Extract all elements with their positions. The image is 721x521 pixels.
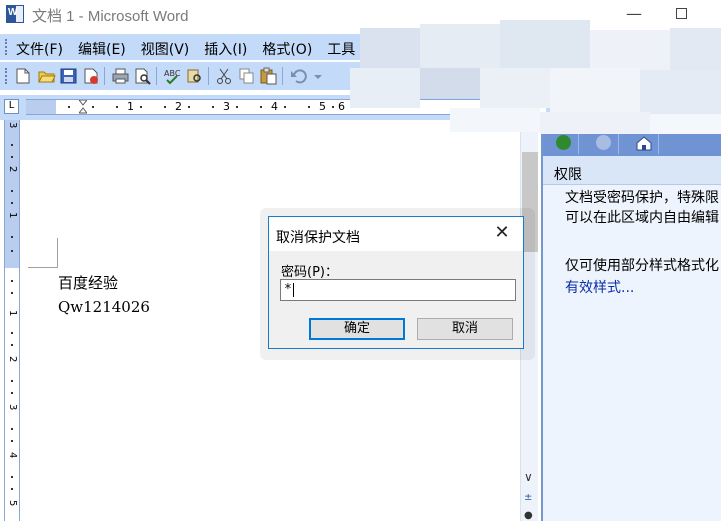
paste-icon[interactable] [259, 67, 278, 85]
ruler-mark: 1 [127, 100, 134, 113]
back-button[interactable] [549, 132, 579, 154]
ruler-mark: 6 [338, 100, 345, 113]
back-arrow-icon [556, 135, 571, 150]
ok-button[interactable]: 确定 [309, 318, 405, 340]
vruler-mark: 1 [7, 310, 18, 317]
menu-insert[interactable]: 插入(I) [204, 39, 247, 59]
ruler-mark: 5 [319, 100, 326, 113]
ruler-mark: 2 [175, 100, 182, 113]
print-icon[interactable] [111, 67, 130, 85]
password-input[interactable]: * [280, 279, 516, 301]
home-icon [636, 136, 652, 151]
open-folder-icon[interactable] [37, 67, 56, 85]
forward-button[interactable] [589, 132, 619, 154]
close-icon[interactable]: ✕ [487, 222, 517, 246]
vruler-mark: 1 [7, 212, 18, 219]
text-caret [292, 282, 294, 297]
left-margin-shade [26, 100, 56, 114]
task-pane-body: 文档受密码保护，特殊限 可以在此区域内自由编辑 仅可使用部分样式格式化 有效样式… [543, 184, 721, 521]
scroll-down-icon[interactable]: ∨ [524, 470, 533, 484]
margin-corner-mark [28, 267, 58, 268]
research-icon[interactable] [185, 67, 204, 85]
vruler-mark: 2 [7, 356, 18, 363]
word-app-icon[interactable]: W [6, 5, 24, 23]
undo-dropdown-arrow-icon[interactable] [309, 67, 328, 85]
vruler-mark: 4 [7, 452, 18, 459]
ruler-mark: 3 [223, 100, 230, 113]
task-pane-title: 权限 [554, 167, 582, 183]
menu-file[interactable]: 文件(F) [16, 39, 63, 59]
save-icon[interactable] [59, 67, 78, 85]
maximize-icon[interactable] [676, 8, 687, 19]
window-title: 文档 1 - Microsoft Word [32, 8, 189, 25]
new-document-icon[interactable] [13, 67, 32, 85]
margin-corner-mark [57, 238, 58, 268]
previous-page-icon[interactable]: ± [524, 492, 532, 503]
menu-view[interactable]: 视图(V) [141, 39, 190, 59]
menu-format[interactable]: 格式(O) [262, 39, 312, 59]
dialog-title: 取消保护文档 [276, 230, 360, 246]
svg-text:ABC: ABC [164, 69, 181, 78]
copy-icon[interactable] [237, 67, 256, 85]
vruler-mark: 5 [7, 500, 18, 507]
task-pane-text: 可以在此区域内自由编辑 [565, 210, 719, 226]
home-button[interactable] [629, 132, 659, 154]
vruler-mark: 3 [7, 122, 18, 129]
document-text-line[interactable]: Qw1214026 [58, 298, 150, 316]
top-margin-shade [5, 120, 19, 268]
title-bar: W 文档 1 - Microsoft Word — [0, 0, 721, 30]
password-label: 密码(P)： [281, 265, 338, 280]
vruler-mark: 3 [7, 404, 18, 411]
task-pane: 权限 文档受密码保护，特殊限 可以在此区域内自由编辑 仅可使用部分样式格式化 有… [541, 120, 721, 521]
password-value: * [284, 282, 292, 297]
task-pane-text: 仅可使用部分样式格式化 [565, 258, 719, 274]
ruler-mark: 4 [271, 100, 278, 113]
indent-marker[interactable] [79, 100, 87, 114]
menu-tools[interactable]: 工具 [327, 39, 355, 59]
browse-object-icon[interactable]: ● [524, 510, 533, 521]
unprotect-document-dialog: 取消保护文档 ✕ 密码(P)： * 确定 取消 [268, 216, 524, 349]
permission-icon[interactable] [81, 67, 100, 85]
toolbar-grip-handle[interactable] [5, 68, 8, 84]
menubar-grip-handle[interactable] [5, 39, 8, 55]
cancel-button[interactable]: 取消 [417, 318, 513, 340]
minimize-icon[interactable]: — [626, 4, 642, 23]
cut-icon[interactable] [215, 67, 234, 85]
document-text-line[interactable]: 百度经验 [58, 272, 118, 293]
dialog-title-bar: 取消保护文档 ✕ [269, 217, 523, 251]
print-preview-icon[interactable] [133, 67, 152, 85]
tab-selector[interactable]: L [4, 99, 19, 114]
vruler-mark: 2 [7, 166, 18, 173]
menu-edit[interactable]: 编辑(E) [78, 39, 126, 59]
undo-icon[interactable] [289, 67, 308, 85]
forward-arrow-icon [596, 135, 611, 150]
spelling-check-icon[interactable]: ABC [163, 67, 182, 85]
vertical-ruler[interactable]: 3 2 1 1 2 3 4 5 [4, 120, 20, 521]
word-window: W 文档 1 - Microsoft Word — 文件(F) 编辑(E) 视图… [0, 0, 721, 521]
valid-styles-link[interactable]: 有效样式... [565, 277, 634, 297]
task-pane-text: 文档受密码保护，特殊限 [565, 190, 719, 206]
